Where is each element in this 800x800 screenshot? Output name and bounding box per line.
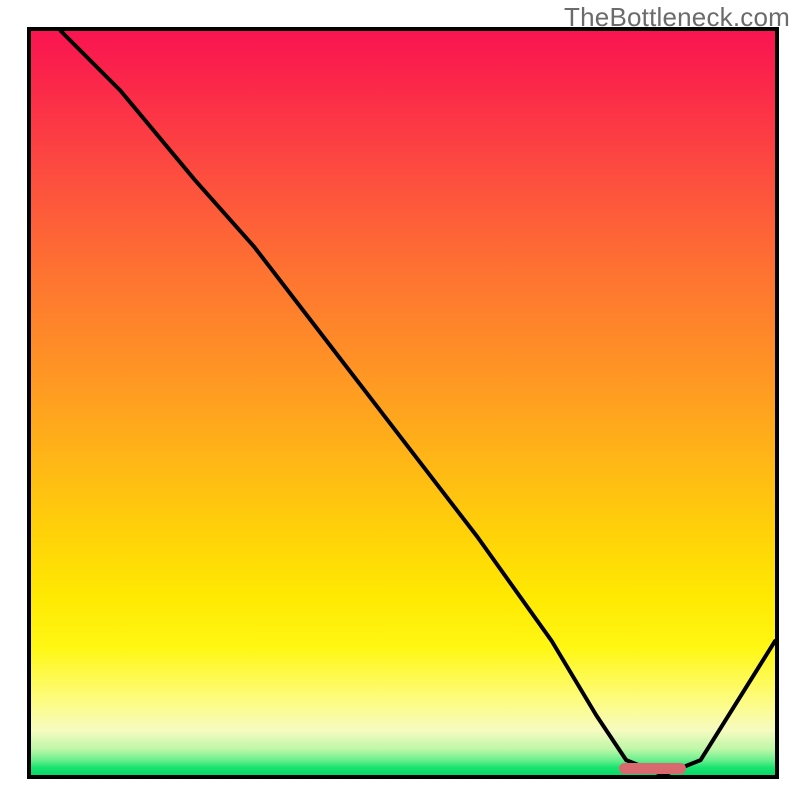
bottleneck-curve: [31, 31, 775, 775]
watermark-text: TheBottleneck.com: [564, 2, 790, 33]
chart-frame: TheBottleneck.com: [0, 0, 800, 800]
plot-area: [27, 27, 779, 779]
optimal-range-marker: [619, 763, 686, 774]
